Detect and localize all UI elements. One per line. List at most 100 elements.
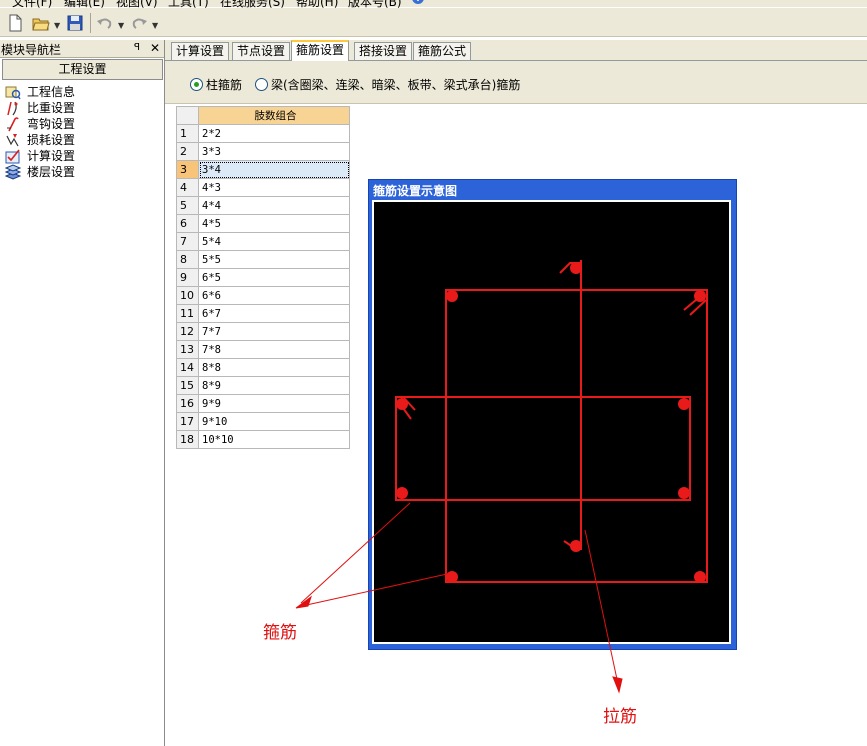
table-row[interactable]: 2 3*3 [176,142,350,161]
arrowhead-stirrup [295,595,312,609]
row-number[interactable]: 7 [176,232,199,251]
leg-combination-cell[interactable]: 7*7 [198,322,350,341]
nav-item-label: 损耗设置 [27,133,76,147]
open-dropdown-icon[interactable]: ▼ [54,21,60,30]
radio-label: 柱箍筋 [206,78,243,92]
row-number[interactable]: 10 [176,286,199,305]
row-number[interactable]: 1 [176,124,199,143]
row-number[interactable]: 18 [176,430,199,449]
table-row[interactable]: 4 4*3 [176,178,350,197]
radio-indicator[interactable] [255,78,268,91]
row-number[interactable]: 12 [176,322,199,341]
leg-combination-cell[interactable]: 4*3 [198,178,350,197]
table-row[interactable]: 9 6*5 [176,268,350,287]
row-number[interactable]: 15 [176,376,199,395]
open-folder-icon[interactable] [32,14,50,32]
table-row[interactable]: 17 9*10 [176,412,350,431]
density-settings-icon [7,101,18,116]
table-row[interactable]: 11 6*7 [176,304,350,323]
table-corner [176,106,199,125]
row-number[interactable]: 4 [176,178,199,197]
pin-icon[interactable]: ꟼ [134,42,140,53]
column-header: 肢数组合 [198,106,350,125]
table-row[interactable]: 3 3*4 [176,160,350,179]
row-number[interactable]: 11 [176,304,199,323]
help-logo-icon[interactable] [410,0,426,5]
nav-group-project-settings[interactable]: 工程设置 [2,59,163,80]
undo-icon[interactable] [96,14,114,32]
row-number[interactable]: 6 [176,214,199,233]
leg-combination-cell[interactable]: 2*2 [198,124,350,143]
leg-combination-cell[interactable]: 8*9 [198,376,350,395]
annotation-tie-bar: 拉筋 [603,707,637,727]
leg-combination-cell[interactable]: 5*5 [198,250,350,269]
table-row[interactable]: 1 2*2 [176,124,350,143]
nav-header: 模块导航栏 ꟼ ✕ [0,40,164,58]
row-number[interactable]: 3 [176,160,199,179]
stirrup-diagram-window: 箍筋设置示意图 [368,179,737,650]
leg-combination-cell[interactable]: 9*10 [198,412,350,431]
new-document-icon[interactable] [6,14,24,32]
leg-combination-cell[interactable]: 3*4 [198,160,350,179]
redo-icon[interactable] [130,14,148,32]
nav-title: 模块导航栏 [1,43,62,57]
leg-combination-cell[interactable]: 8*8 [198,358,350,377]
table-row[interactable]: 18 10*10 [176,430,350,449]
tab-stirrup-settings[interactable]: 箍筋设置 [291,40,350,62]
tab-calc-settings[interactable]: 计算设置 [171,42,230,60]
leg-combination-cell[interactable]: 5*4 [198,232,350,251]
radio-column-stirrup[interactable]: 柱箍筋 [190,76,242,93]
row-number[interactable]: 13 [176,340,199,359]
annotation-stirrup: 箍筋 [263,623,297,643]
leg-combination-cell[interactable]: 9*9 [198,394,350,413]
table-row[interactable]: 7 5*4 [176,232,350,251]
arrowhead-tie-bar [612,676,623,694]
toolbar-separator [90,13,91,33]
loss-settings-icon [6,134,19,147]
leg-combination-cell[interactable]: 4*4 [198,196,350,215]
leg-combination-cell[interactable]: 10*10 [198,430,350,449]
row-number[interactable]: 9 [176,268,199,287]
row-number[interactable]: 16 [176,394,199,413]
table-row[interactable]: 10 6*6 [176,286,350,305]
leg-combination-cell[interactable]: 7*8 [198,340,350,359]
floor-settings-icon [5,164,21,180]
nav-item-label: 弯钩设置 [27,117,76,131]
radio-beam-stirrup[interactable]: 梁(含圈梁、连梁、暗梁、板带、梁式承台)箍筋 [255,76,520,93]
close-icon[interactable]: ✕ [150,41,160,55]
table-row[interactable]: 12 7*7 [176,322,350,341]
undo-dropdown-icon[interactable]: ▼ [118,21,124,30]
leg-combination-table: 肢数组合 1 2*2 2 3*3 3 3*4 4 4*3 5 4*4 6 4*5 7 5*4 8 5*5 9 6*… [176,106,350,449]
table-header-row: 肢数组合 [176,106,350,125]
table-row[interactable]: 15 8*9 [176,376,350,395]
menubar: 文件(F) 编辑(E) 视图(V) 工具(T) 在线服务(S) 帮助(H) 版本… [0,0,867,9]
nav-item-label: 比重设置 [27,101,76,115]
table-row[interactable]: 14 8*8 [176,358,350,377]
radio-indicator[interactable] [190,78,203,91]
diagram-canvas [374,202,729,642]
calc-settings-icon [5,149,20,164]
leg-combination-cell[interactable]: 6*6 [198,286,350,305]
row-number[interactable]: 8 [176,250,199,269]
leg-combination-cell[interactable]: 4*5 [198,214,350,233]
row-number[interactable]: 14 [176,358,199,377]
redo-dropdown-icon[interactable]: ▼ [152,21,158,30]
tab-node-settings[interactable]: 节点设置 [232,42,291,60]
leg-combination-cell[interactable]: 6*5 [198,268,350,287]
table-row[interactable]: 16 9*9 [176,394,350,413]
nav-item-label: 计算设置 [27,149,76,163]
row-number[interactable]: 17 [176,412,199,431]
table-row[interactable]: 5 4*4 [176,196,350,215]
table-row[interactable]: 6 4*5 [176,214,350,233]
diagram-frame [372,200,731,644]
save-icon[interactable] [66,14,84,32]
table-row[interactable]: 13 7*8 [176,340,350,359]
leg-combination-cell[interactable]: 3*3 [198,142,350,161]
row-number[interactable]: 5 [176,196,199,215]
leg-combination-cell[interactable]: 6*7 [198,304,350,323]
nav-item-label: 工程信息 [27,85,76,99]
table-row[interactable]: 8 5*5 [176,250,350,269]
tab-lap-settings[interactable]: 搭接设置 [354,42,413,60]
row-number[interactable]: 2 [176,142,199,161]
tab-stirrup-formula[interactable]: 箍筋公式 [413,42,472,60]
